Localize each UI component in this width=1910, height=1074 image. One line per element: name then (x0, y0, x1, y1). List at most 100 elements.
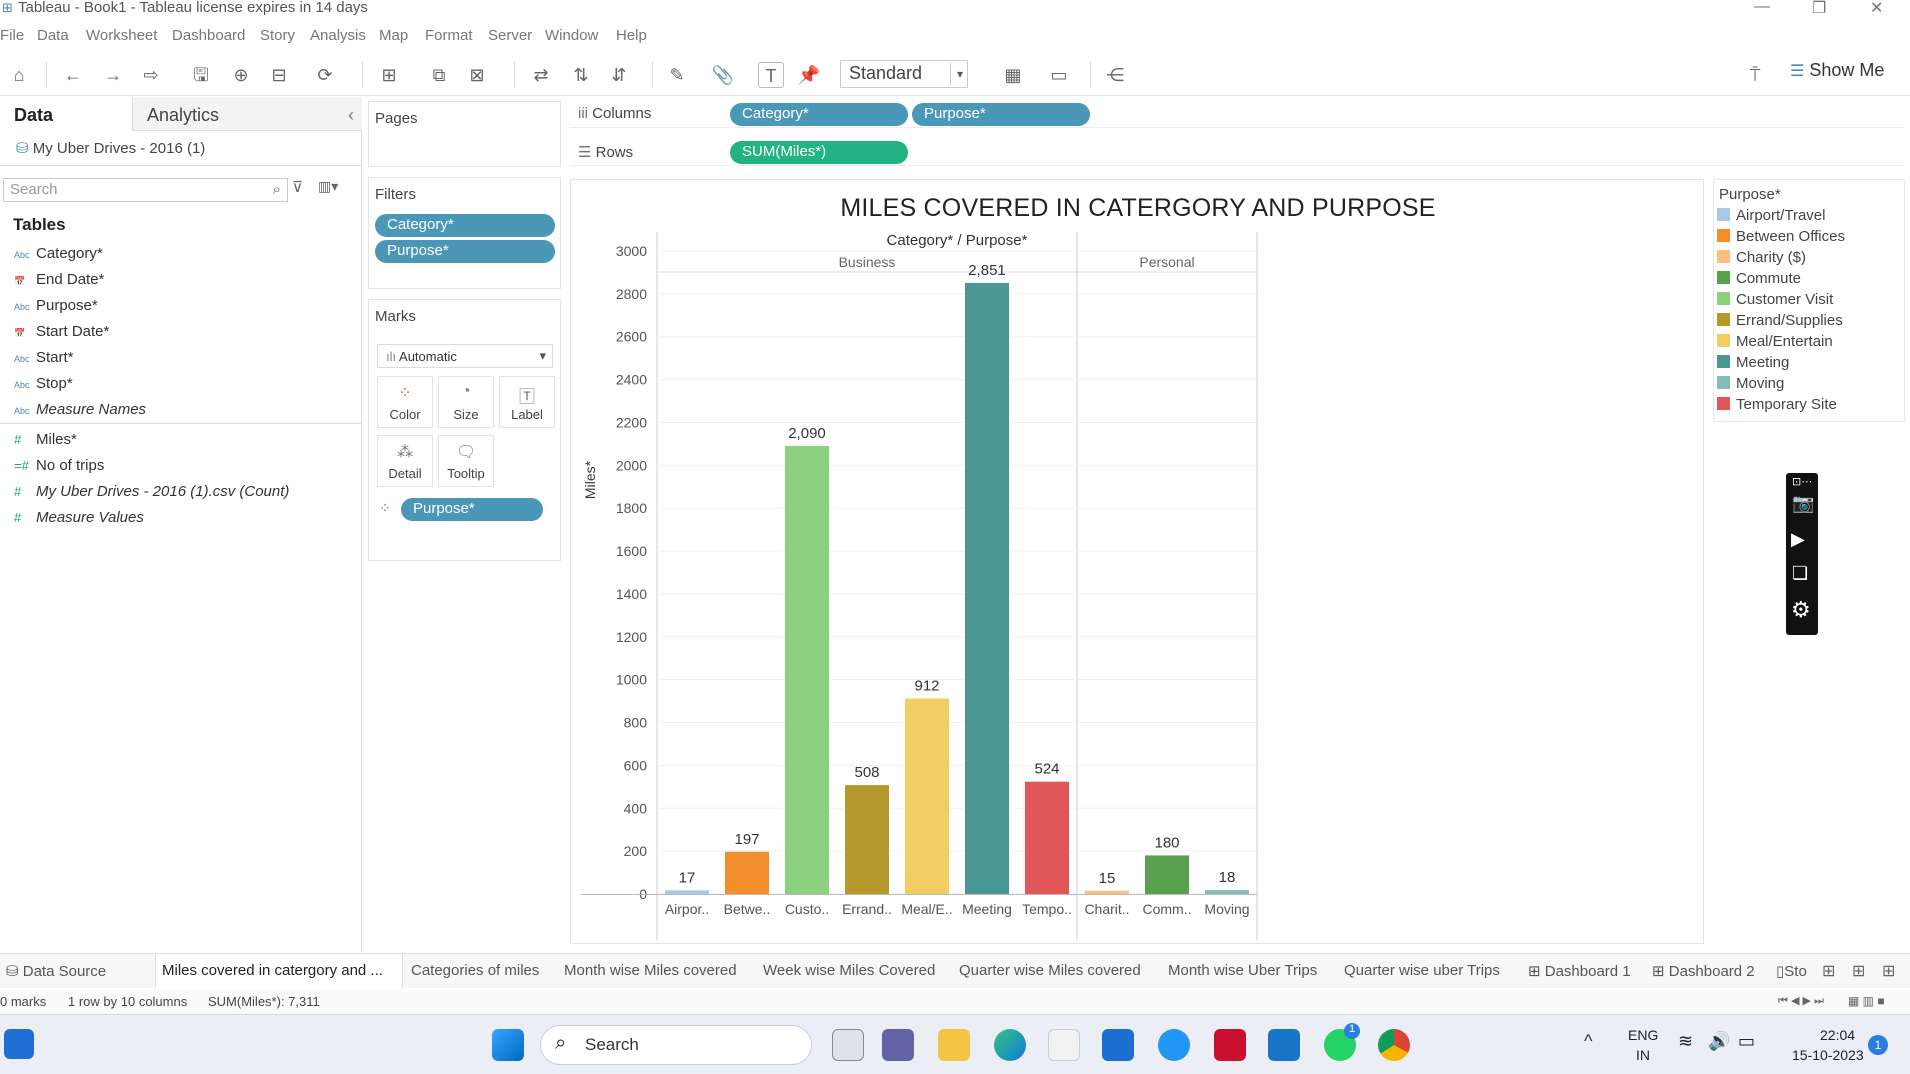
tab-quarter-wise-miles[interactable]: Quarter wise Miles covered (953, 954, 1141, 988)
store-icon[interactable] (1048, 1029, 1080, 1061)
volume-icon[interactable]: 🔊 (1708, 1031, 1730, 1052)
field-count[interactable]: # My Uber Drives - 2016 (1).csv (Count) (14, 483, 289, 500)
show-me-button[interactable]: ☰ Show Me (1790, 60, 1884, 81)
tab-week-wise-miles[interactable]: Week wise Miles Covered (757, 954, 935, 988)
fix-axes-icon[interactable]: 📌 (796, 62, 822, 88)
color-button[interactable]: ⁘ Color (377, 376, 433, 428)
fit-dropdown[interactable]: Standard ▾ (840, 60, 968, 88)
pages-card[interactable]: Pages (368, 101, 561, 167)
close-icon[interactable]: ✕ (1870, 0, 1883, 18)
menu-data[interactable]: Data (37, 27, 69, 44)
clear-sheet-icon[interactable]: ⊠ (464, 62, 490, 88)
filter-pill-purpose[interactable]: Purpose* (375, 240, 555, 263)
mcafee-icon[interactable] (1214, 1029, 1246, 1061)
legend-item[interactable]: Between Offices (1717, 228, 1845, 245)
legend-item[interactable]: Charity ($) (1717, 249, 1806, 266)
new-worksheet-tab-icon[interactable]: ⊞ (1822, 961, 1835, 981)
windows-start-icon[interactable] (492, 1029, 524, 1061)
filter-pill-category[interactable]: Category* (375, 214, 555, 237)
pin-icon[interactable]: ⍑ (1742, 62, 1768, 88)
minimize-icon[interactable]: — (1754, 0, 1770, 16)
redo-icon[interactable]: → (100, 62, 126, 88)
filter-icon[interactable]: ⊽ (292, 178, 303, 196)
duplicate-icon[interactable]: ⧉ (426, 62, 452, 88)
menu-file[interactable]: File (0, 27, 24, 44)
battery-icon[interactable]: ▭ (1738, 1031, 1755, 1052)
legend-item[interactable]: Moving (1717, 375, 1784, 392)
columns-shelf[interactable]: iii Columns Category* Purpose* (570, 100, 1904, 128)
tab-miles-covered[interactable]: Miles covered in catergory and ... (155, 954, 403, 988)
column-pill-purpose[interactable]: Purpose* (912, 103, 1090, 126)
more-icon[interactable]: ⊡⋯ (1792, 475, 1812, 488)
new-datasource-icon[interactable]: ⊕ (228, 62, 254, 88)
tab-month-wise-trips[interactable]: Month wise Uber Trips (1162, 954, 1317, 988)
tab-data[interactable]: Data (0, 97, 132, 131)
sort-ascending-icon[interactable]: ⇅ (568, 62, 594, 88)
pause-updates-icon[interactable]: ⊟ (266, 62, 292, 88)
label-button[interactable]: 🅃 Label (499, 376, 555, 428)
highlight-icon[interactable]: ✎ (664, 62, 690, 88)
tab-month-wise-miles[interactable]: Month wise Miles covered (558, 954, 737, 988)
field-category[interactable]: Abc Category* (14, 245, 103, 262)
mark-type-dropdown[interactable]: ılı Automatic ▾ (377, 344, 553, 368)
new-dashboard-tab-icon[interactable]: ⊞ (1852, 961, 1865, 981)
menu-server[interactable]: Server (488, 27, 532, 44)
edge-icon[interactable] (994, 1029, 1026, 1061)
sort-descending-icon[interactable]: ⇵ (606, 62, 632, 88)
share-icon[interactable]: ⋲ (1102, 62, 1128, 88)
group-icon[interactable]: 📎 (710, 62, 736, 88)
legend-item[interactable]: Meal/Entertain (1717, 333, 1833, 350)
field-measure-names[interactable]: Abc Measure Names (14, 401, 146, 418)
clock-time[interactable]: 22:04 (1820, 1027, 1855, 1043)
language-top[interactable]: ENG (1628, 1027, 1658, 1043)
menu-window[interactable]: Window (545, 27, 598, 44)
language-bottom[interactable]: IN (1636, 1047, 1650, 1063)
swap-icon[interactable]: ⇄ (528, 62, 554, 88)
field-stop[interactable]: Abc Stop* (14, 375, 73, 392)
home-icon[interactable]: ⌂ (6, 62, 32, 88)
field-no-of-trips[interactable]: =# No of trips (14, 457, 104, 474)
snowflake-app-icon[interactable] (1268, 1029, 1300, 1061)
refresh-icon[interactable]: ⟳ (312, 62, 338, 88)
replay-icon[interactable]: ⇨ (138, 62, 164, 88)
gallery-icon[interactable]: ❏ (1792, 563, 1808, 584)
menu-analysis[interactable]: Analysis (310, 27, 366, 44)
chrome-icon[interactable] (1378, 1029, 1410, 1061)
clock-date[interactable]: 15-10-2023 (1792, 1047, 1864, 1063)
menu-format[interactable]: Format (425, 27, 473, 44)
new-worksheet-icon[interactable]: ⊞ (376, 62, 402, 88)
tab-story[interactable]: ▯Sto (1770, 954, 1807, 988)
help-icon[interactable] (1158, 1029, 1190, 1061)
menu-worksheet[interactable]: Worksheet (86, 27, 157, 44)
teams-icon[interactable] (882, 1029, 914, 1061)
legend-item[interactable]: Temporary Site (1717, 396, 1837, 413)
sheet-sorter-icon[interactable]: ▦ ▥ ■ (1848, 994, 1885, 1008)
field-miles[interactable]: # Miles* (14, 431, 77, 448)
video-icon[interactable]: ▶ (1791, 529, 1805, 550)
show-mark-labels-icon[interactable]: T (758, 62, 784, 88)
legend-item[interactable]: Commute (1717, 270, 1801, 287)
collapse-icon[interactable]: ‹ (348, 105, 354, 126)
legend-item[interactable]: Errand/Supplies (1717, 312, 1843, 329)
tab-data-source[interactable]: ⛁ Data Source (0, 954, 106, 988)
tooltip-button[interactable]: 🗨 Tooltip (438, 435, 494, 487)
menu-dashboard[interactable]: Dashboard (172, 27, 245, 44)
myhp-icon[interactable] (1102, 1029, 1134, 1061)
rows-shelf[interactable]: ☰ Rows SUM(Miles*) (570, 138, 1904, 166)
notification-badge[interactable]: 1 (1868, 1035, 1888, 1055)
wifi-icon[interactable]: ≋ (1678, 1031, 1693, 1052)
task-switcher-icon[interactable] (832, 1029, 864, 1061)
size-button[interactable]: ◔ Size (438, 376, 494, 428)
tab-quarter-wise-trips[interactable]: Quarter wise uber Trips (1338, 954, 1500, 988)
file-explorer-icon[interactable] (938, 1029, 970, 1061)
field-end-date[interactable]: 📅 End Date* (14, 271, 104, 288)
row-pill-sum-miles[interactable]: SUM(Miles*) (730, 141, 908, 164)
camera-icon[interactable]: 📷 (1792, 493, 1814, 514)
field-start-date[interactable]: 📅 Start Date* (14, 323, 109, 340)
tab-analytics[interactable]: Analytics ‹ (132, 97, 362, 131)
legend-item[interactable]: Meeting (1717, 354, 1789, 371)
tab-dashboard-1[interactable]: ⊞ Dashboard 1 (1522, 954, 1631, 988)
settings-gear-icon[interactable]: ⚙ (1791, 597, 1811, 623)
menu-story[interactable]: Story (260, 27, 295, 44)
restore-icon[interactable]: ❐ (1812, 0, 1826, 18)
